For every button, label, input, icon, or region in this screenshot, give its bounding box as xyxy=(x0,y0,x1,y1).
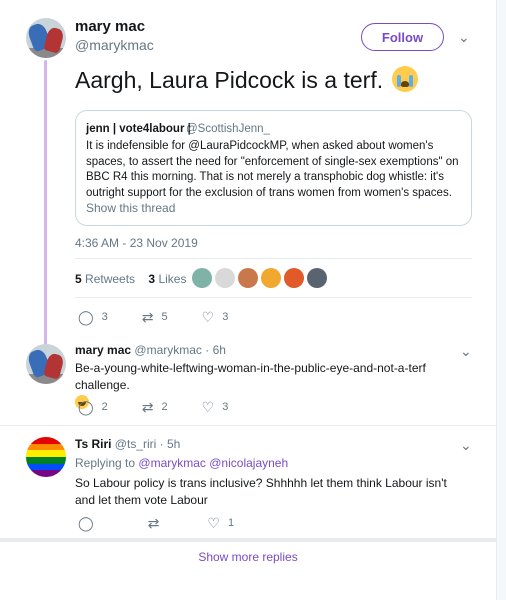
like-button[interactable]: ♡ 3 xyxy=(202,400,229,414)
reply-icon: ◯ xyxy=(78,399,94,415)
liker-avatar[interactable] xyxy=(307,268,327,288)
like-button[interactable]: ♡ 1 xyxy=(207,516,234,530)
quoted-author-handle: @ScottishJenn_ xyxy=(186,123,270,135)
flag-stripe xyxy=(26,450,66,458)
tweet-actions: ◯ 3 ⇄ 5 ♡ 3 xyxy=(78,310,262,324)
flag-stripe xyxy=(26,437,66,444)
retweet-icon: ⇄ xyxy=(147,515,160,531)
tweet-actions: ◯ ⇄ ♡ 1 xyxy=(78,516,268,530)
mention-links[interactable]: @marykmac @nicolajayneh xyxy=(138,456,288,470)
likes-stat[interactable]: 3 Likes xyxy=(148,272,186,286)
chevron-down-icon[interactable]: ⌄ xyxy=(460,437,472,454)
like-button[interactable]: ♡ 3 xyxy=(202,310,229,324)
divider xyxy=(0,425,496,426)
quoted-author-name: jenn | vote4labour | xyxy=(86,123,191,135)
divider xyxy=(75,297,472,298)
show-more-replies-link[interactable]: Show more replies xyxy=(0,550,496,564)
tweet-timestamp[interactable]: 4:36 AM - 23 Nov 2019 xyxy=(75,236,198,250)
liker-avatar[interactable] xyxy=(261,268,281,288)
separator: · xyxy=(159,437,164,451)
crying-face-icon xyxy=(391,66,418,92)
retweet-icon: ⇄ xyxy=(141,399,154,415)
heart-icon: ♡ xyxy=(201,309,215,325)
author-name[interactable]: Ts Riri xyxy=(75,437,111,451)
avatar[interactable] xyxy=(26,18,66,58)
flag-stripe xyxy=(26,463,66,471)
retweet-button[interactable]: ⇄ 2 xyxy=(142,400,168,414)
chevron-down-icon[interactable]: ⌄ xyxy=(460,343,472,360)
reply-header: mary mac @marykmac · 6h xyxy=(75,343,226,357)
chevron-down-icon[interactable]: ⌄ xyxy=(458,29,470,46)
liker-avatar[interactable] xyxy=(284,268,304,288)
liker-avatar[interactable] xyxy=(192,268,212,288)
retweet-button[interactable]: ⇄ 5 xyxy=(142,310,168,324)
author-handle[interactable]: @marykmac xyxy=(75,37,154,53)
separator: · xyxy=(205,343,210,357)
flag-stripe xyxy=(26,457,66,464)
replying-to: Replying to @marykmac @nicolajayneh xyxy=(75,456,289,470)
engagement-stats: 5 Retweets 3 Likes xyxy=(75,272,186,286)
divider xyxy=(75,258,472,259)
retweets-stat[interactable]: 5 Retweets xyxy=(75,272,135,286)
retweet-button[interactable]: ⇄ xyxy=(148,516,168,530)
heart-icon: ♡ xyxy=(207,515,220,531)
reply-button[interactable]: ◯ xyxy=(78,516,102,530)
show-thread-link[interactable]: Show this thread xyxy=(86,201,175,215)
flag-stripe xyxy=(26,470,66,477)
avatar[interactable] xyxy=(26,344,66,384)
reply-time[interactable]: 6h xyxy=(213,343,226,357)
retweet-icon: ⇄ xyxy=(141,309,154,325)
thread-line xyxy=(44,60,47,345)
flag-stripe xyxy=(26,443,66,451)
heart-icon: ♡ xyxy=(201,399,215,415)
tweet-text-content: Aargh, Laura Pidcock is a terf. xyxy=(75,67,384,93)
quoted-tweet[interactable]: jenn | vote4labour | @ScottishJenn_ It i… xyxy=(75,110,472,226)
author-handle[interactable]: @ts_riri xyxy=(115,437,157,451)
reply-time[interactable]: 5h xyxy=(167,437,180,451)
section-divider xyxy=(0,538,496,542)
author-name[interactable]: mary mac xyxy=(75,18,145,35)
follow-button[interactable]: Follow xyxy=(361,23,444,51)
reply-icon: ◯ xyxy=(78,515,94,531)
liker-avatar[interactable] xyxy=(238,268,258,288)
reply-button[interactable]: ◯ 2 xyxy=(78,400,108,414)
tweet-actions: ◯ 2 ⇄ 2 ♡ 3 xyxy=(78,400,262,414)
main-tweet: mary mac @marykmac Follow ⌄ Aargh, Laura… xyxy=(0,0,496,345)
reply-button[interactable]: ◯ 3 xyxy=(78,310,108,324)
reply-icon: ◯ xyxy=(78,309,94,325)
reply-text: So Labour policy is trans inclusive? Shh… xyxy=(75,476,447,507)
avatar[interactable] xyxy=(26,437,66,477)
liker-avatar[interactable] xyxy=(215,268,235,288)
liker-avatars xyxy=(192,268,327,288)
quoted-text: It is indefensible for @LauraPidcockMP, … xyxy=(86,140,459,199)
scrollbar[interactable] xyxy=(496,0,506,600)
author-handle[interactable]: @marykmac xyxy=(134,343,202,357)
tweet-text: Aargh, Laura Pidcock is a terf. xyxy=(75,66,418,94)
reply-header: Ts Riri @ts_riri · 5h xyxy=(75,437,180,451)
author-name[interactable]: mary mac xyxy=(75,343,131,357)
